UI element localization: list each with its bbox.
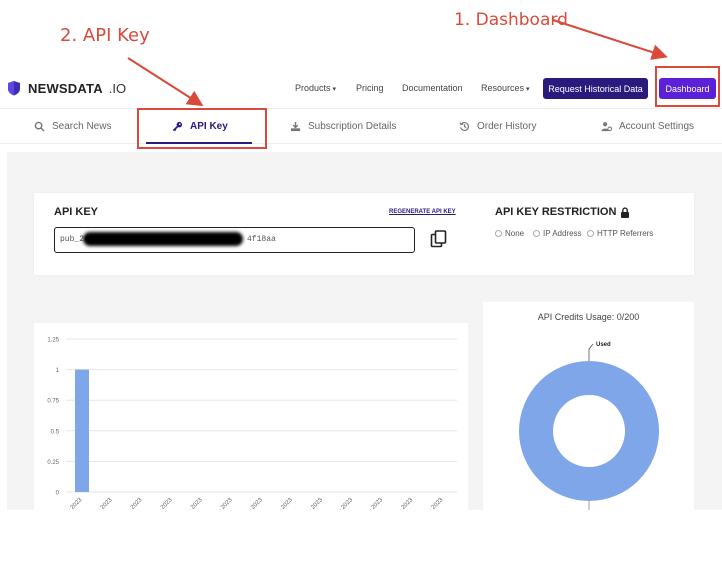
- annotation-box-dashboard: [655, 66, 720, 107]
- y-tick-label: 0.75: [47, 399, 59, 405]
- bar: [75, 369, 89, 492]
- page-bottom-area: [0, 510, 722, 567]
- y-tick-label: 0: [56, 491, 60, 497]
- donut-slice-label: Used: [596, 342, 611, 348]
- charts-layer: 00.250.50.7511.25- 2023- 2023- 2023- 202…: [47, 338, 659, 513]
- y-tick-label: 1: [56, 368, 60, 374]
- donut-slice: [519, 361, 659, 501]
- annotation-box-api-key: [137, 108, 267, 149]
- y-tick-label: 1.25: [47, 338, 59, 344]
- donut-label-leader: [588, 343, 594, 361]
- y-tick-label: 0.25: [47, 460, 59, 466]
- y-tick-label: 0.5: [51, 429, 60, 435]
